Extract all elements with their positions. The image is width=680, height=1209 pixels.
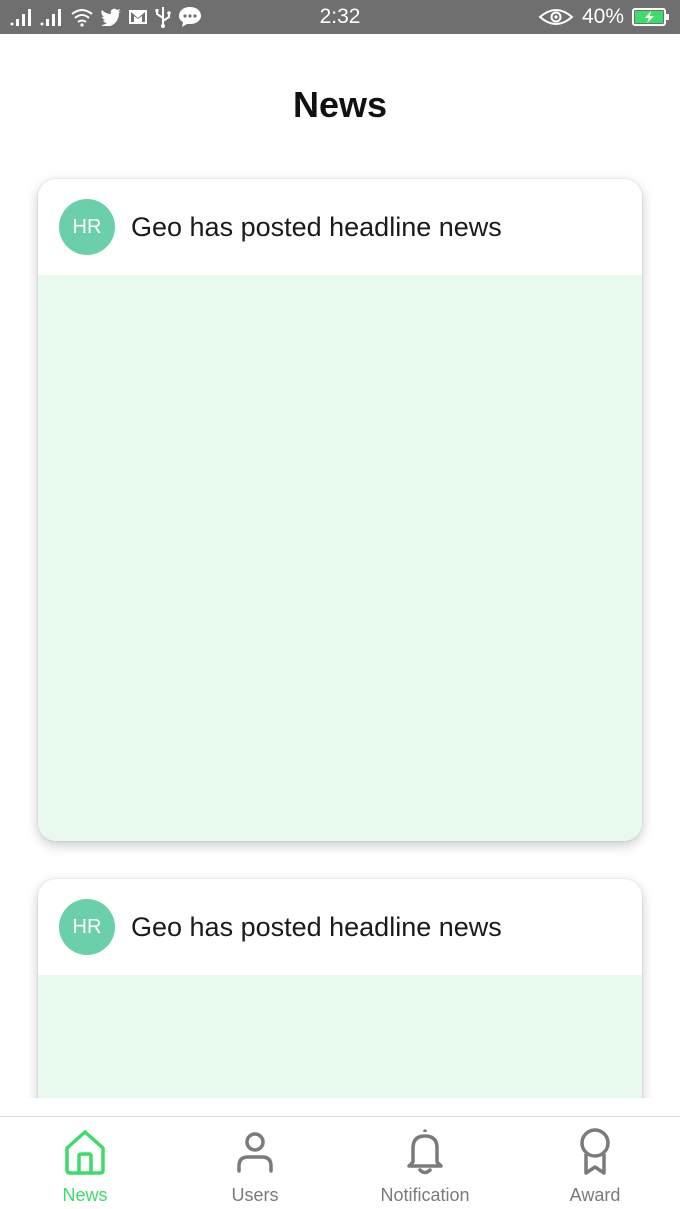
status-icons-left	[10, 6, 270, 28]
news-card[interactable]: HR Geo has posted headline news	[38, 879, 642, 1098]
nav-item-notification[interactable]: Notification	[340, 1117, 510, 1209]
news-card-body	[38, 975, 642, 1098]
signal-icon	[40, 8, 64, 26]
page-title: News	[292, 84, 388, 125]
bottom-nav: News Users Notification Award	[0, 1116, 680, 1209]
message-icon	[178, 6, 202, 28]
news-card-body	[38, 275, 642, 841]
news-card-title: Geo has posted headline news	[131, 911, 502, 942]
bell-icon	[404, 1127, 446, 1177]
news-feed[interactable]: HR Geo has posted headline news HR Geo h…	[0, 160, 680, 1098]
avatar: HR	[59, 899, 115, 955]
status-icons-right: 40%	[538, 5, 670, 29]
battery-percent: 40%	[581, 5, 624, 28]
nav-item-news[interactable]: News	[0, 1117, 170, 1209]
nav-item-award[interactable]: Award	[510, 1117, 680, 1209]
battery-charging-icon	[632, 7, 670, 27]
user-icon	[235, 1127, 275, 1177]
twitter-icon	[100, 8, 122, 26]
home-icon	[63, 1127, 107, 1177]
news-card-header: HR Geo has posted headline news	[38, 879, 642, 975]
nav-label-users: Users	[231, 1185, 279, 1205]
news-screen: 2:32 40% News HR Geo has posted headline…	[0, 0, 680, 1209]
nav-label-news: News	[62, 1185, 108, 1205]
wifi-icon	[70, 7, 94, 27]
nav-label-notification: Notification	[380, 1185, 470, 1205]
news-card-title: Geo has posted headline news	[131, 211, 502, 242]
news-card-header: HR Geo has posted headline news	[38, 179, 642, 275]
nav-item-users[interactable]: Users	[170, 1117, 340, 1209]
usb-icon	[154, 6, 172, 28]
avatar: HR	[59, 199, 115, 255]
eye-icon	[538, 7, 574, 27]
nav-label-award: Award	[569, 1185, 621, 1205]
award-icon	[575, 1127, 615, 1177]
gmail-icon	[128, 8, 148, 26]
news-card[interactable]: HR Geo has posted headline news	[38, 179, 642, 841]
signal-icon	[10, 8, 34, 26]
status-bar: 2:32 40%	[0, 0, 680, 34]
